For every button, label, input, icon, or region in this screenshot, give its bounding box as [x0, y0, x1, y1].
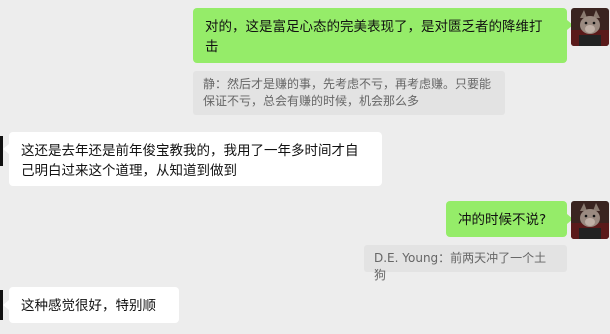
quoted-text: 静：然后才是赚的事，先考虑不亏，再考虑赚。只要能保证不亏，总会有赚的时候，机会那…: [203, 77, 492, 108]
quoted-message[interactable]: 静：然后才是赚的事，先考虑不亏，再考虑赚。只要能保证不亏，总会有赚的时候，机会那…: [193, 71, 505, 115]
message-bubble-other[interactable]: 这种感觉很好，特别顺: [9, 287, 179, 323]
bubble-tail: [3, 300, 9, 310]
message-bubble-self[interactable]: 对的，这是富足心态的完美表现了，是对匮乏者的降维打击: [193, 8, 567, 63]
message-text: 对的，这是富足心态的完美表现了，是对匮乏者的降维打击: [205, 19, 543, 55]
message-text: 这种感觉很好，特别顺: [21, 298, 156, 314]
message-text: 冲的时候不说?: [458, 212, 547, 228]
quoted-message[interactable]: D.E. Young：前两天冲了一个土狗: [364, 245, 567, 282]
wolf-avatar-icon[interactable]: [571, 201, 609, 239]
bubble-tail: [3, 144, 9, 154]
wolf-avatar-icon[interactable]: [571, 8, 609, 46]
quoted-text: D.E. Young：前两天冲了一个土狗: [374, 251, 547, 282]
message-bubble-self[interactable]: 冲的时候不说?: [446, 201, 567, 237]
message-bubble-other[interactable]: 这还是去年还是前年俊宝教我的，我用了一年多时间才自己明白过来这个道理，从知道到做…: [9, 132, 382, 186]
message-text: 这还是去年还是前年俊宝教我的，我用了一年多时间才自己明白过来这个道理，从知道到做…: [21, 143, 359, 179]
